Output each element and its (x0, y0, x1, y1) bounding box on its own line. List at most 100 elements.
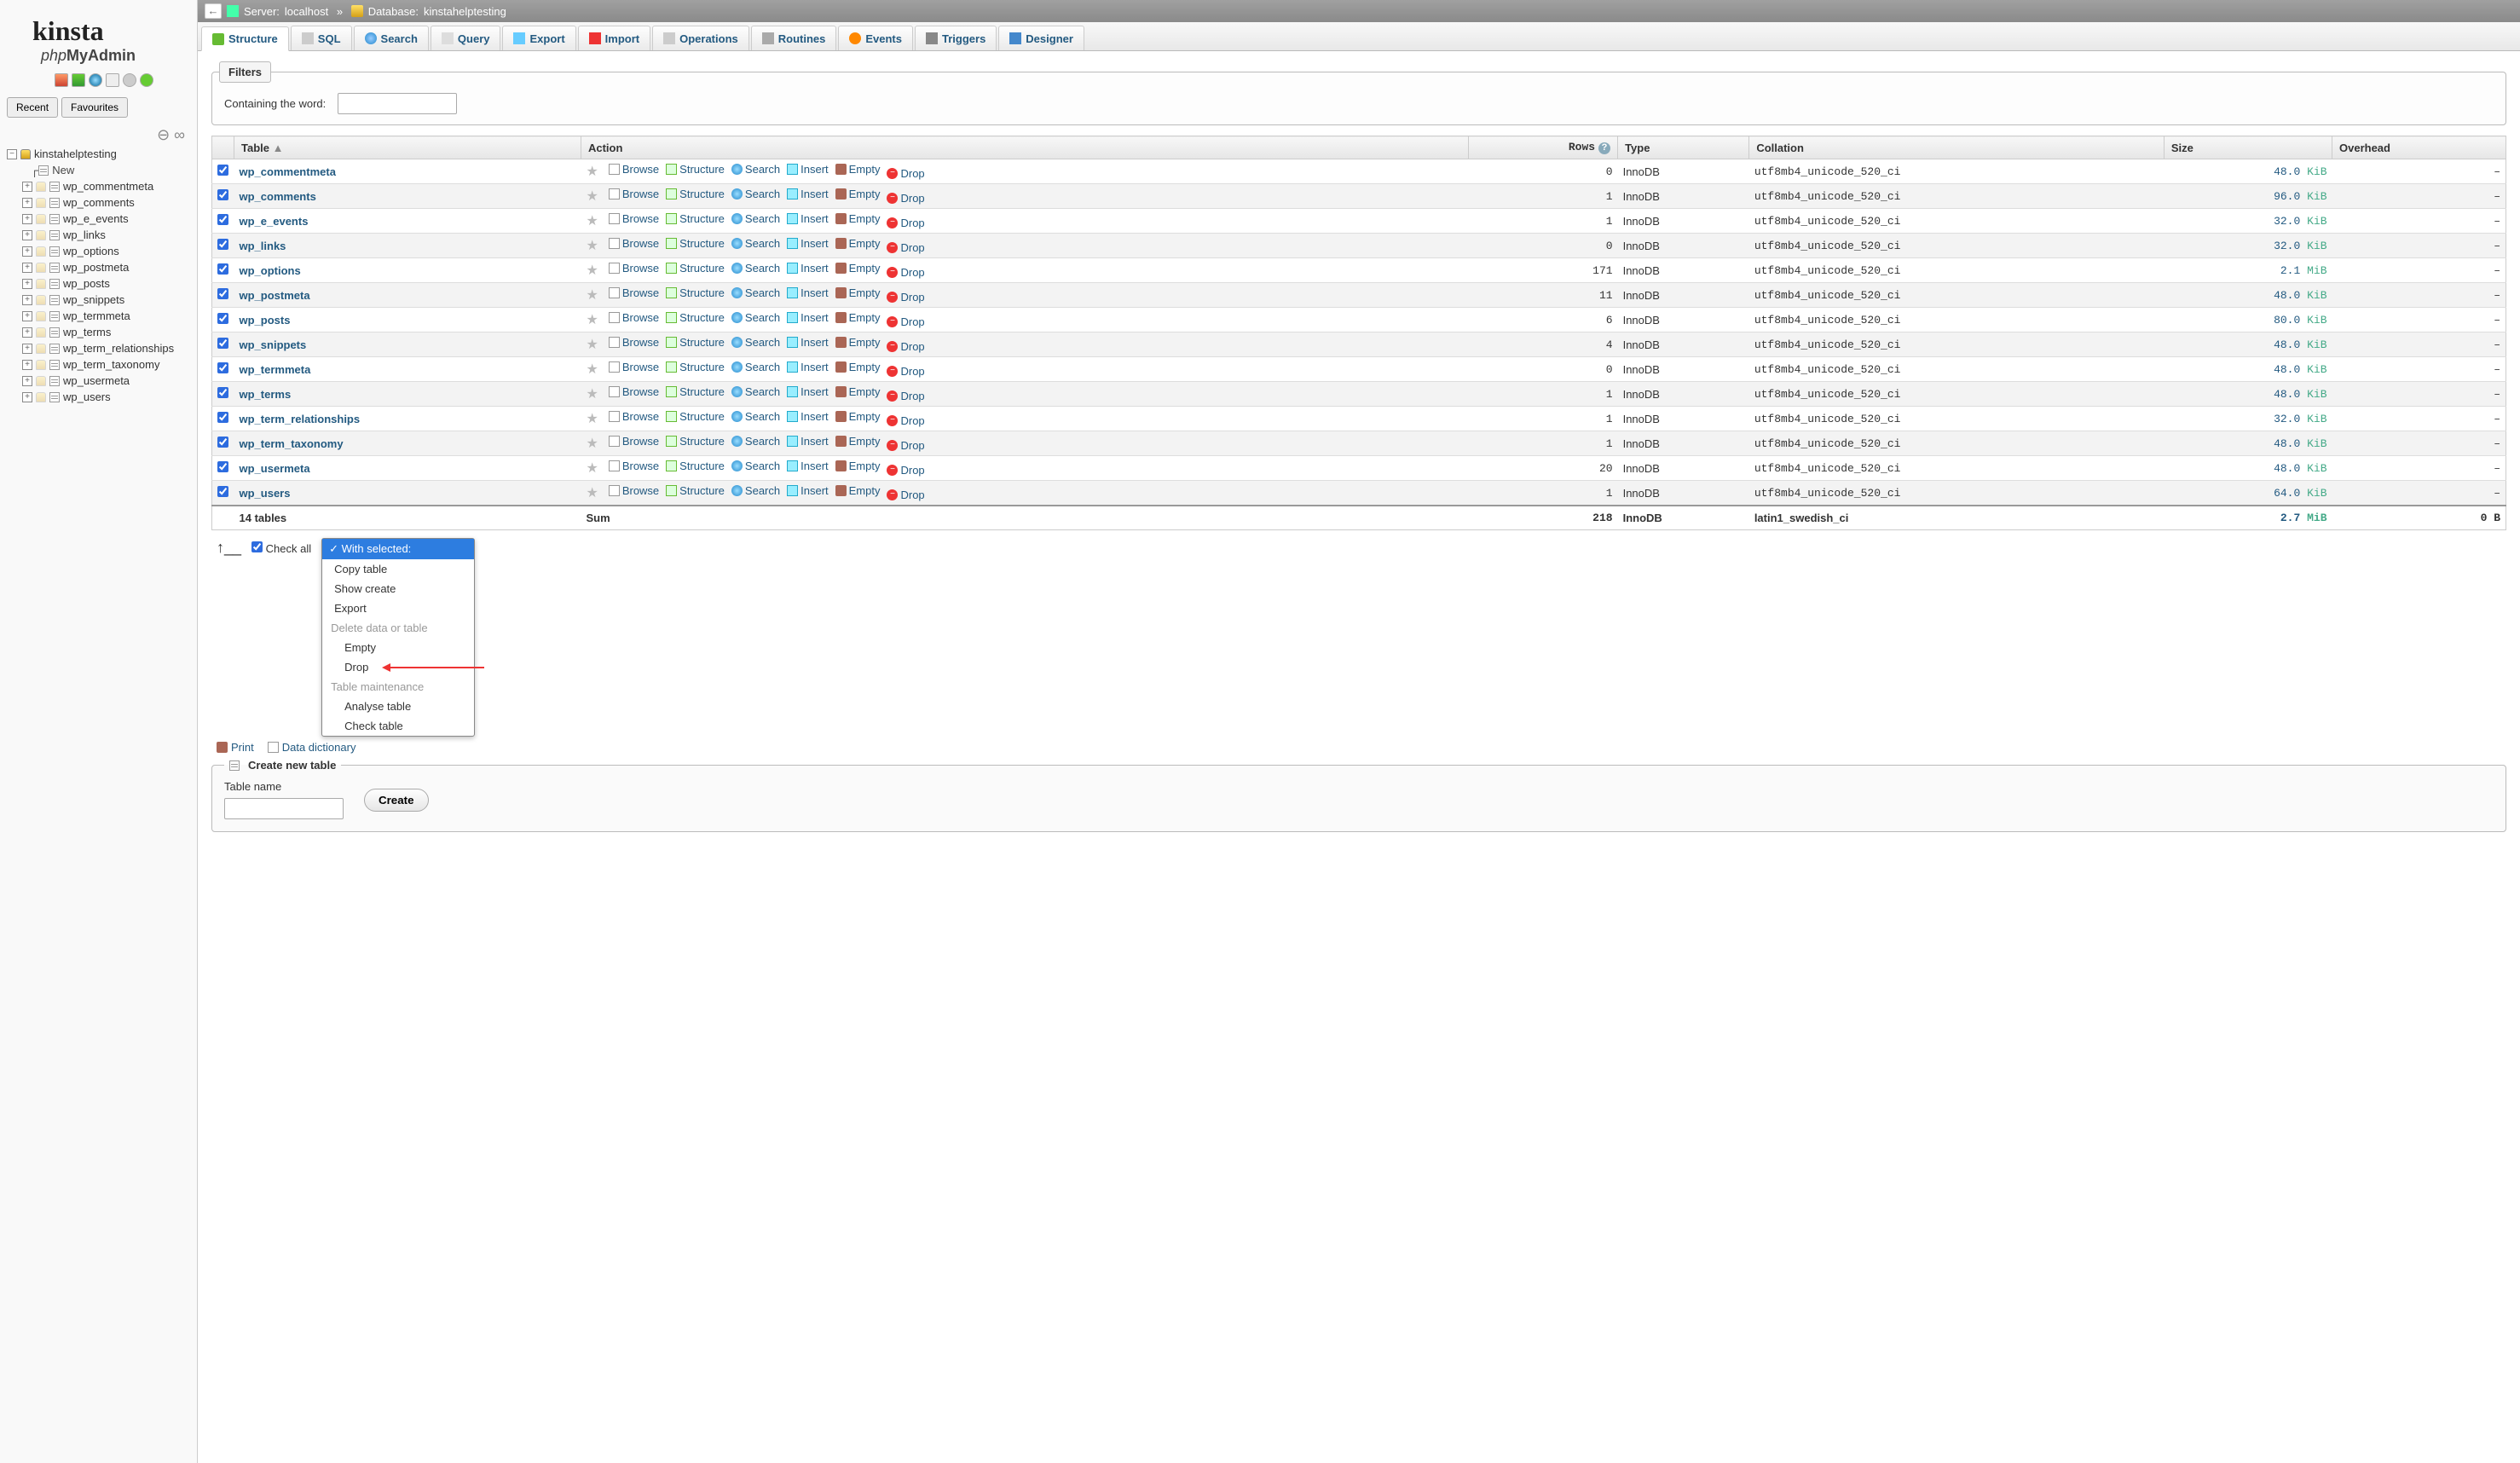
favourite-star-icon[interactable]: ★ (586, 461, 598, 476)
empty-action[interactable]: Empty (835, 484, 881, 497)
row-checkbox[interactable] (217, 437, 228, 448)
drop-action[interactable]: Drop (887, 241, 924, 254)
table-name-link[interactable]: wp_posts (240, 314, 291, 327)
structure-action[interactable]: Structure (666, 484, 725, 497)
table-name-link[interactable]: wp_termmeta (240, 363, 311, 376)
dd-export[interactable]: Export (322, 598, 474, 618)
tree-table-wp_posts[interactable]: +wp_posts (7, 275, 190, 292)
row-checkbox[interactable] (217, 165, 228, 176)
favourite-star-icon[interactable]: ★ (586, 412, 598, 426)
tree-table-wp_e_events[interactable]: +wp_e_events (7, 211, 190, 227)
refresh-icon[interactable] (140, 73, 153, 87)
insert-action[interactable]: Insert (787, 286, 829, 299)
dd-empty[interactable]: Empty (322, 638, 474, 657)
structure-action[interactable]: Structure (666, 163, 725, 176)
tab-designer[interactable]: Designer (998, 26, 1084, 50)
table-name-link[interactable]: wp_users (240, 487, 291, 500)
search-action[interactable]: Search (731, 361, 780, 373)
browse-action[interactable]: Browse (609, 188, 659, 200)
drop-action[interactable]: Drop (887, 414, 924, 427)
browse-action[interactable]: Browse (609, 237, 659, 250)
drop-action[interactable]: Drop (887, 390, 924, 402)
browse-action[interactable]: Browse (609, 311, 659, 324)
search-action[interactable]: Search (731, 212, 780, 225)
table-name-link[interactable]: wp_terms (240, 388, 292, 401)
dd-analyse[interactable]: Analyse table (322, 697, 474, 716)
col-collation[interactable]: Collation (1749, 136, 2165, 159)
search-action[interactable]: Search (731, 262, 780, 275)
row-checkbox[interactable] (217, 387, 228, 398)
tree-table-wp_terms[interactable]: +wp_terms (7, 324, 190, 340)
collapse-icons[interactable]: ⊖ ∞ (7, 124, 190, 146)
dd-drop[interactable]: Drop (322, 657, 474, 677)
row-checkbox[interactable] (217, 263, 228, 275)
tab-operations[interactable]: Operations (652, 26, 749, 50)
settings-icon[interactable] (123, 73, 136, 87)
browse-action[interactable]: Browse (609, 286, 659, 299)
search-action[interactable]: Search (731, 410, 780, 423)
help-icon[interactable]: ? (1598, 142, 1610, 154)
structure-action[interactable]: Structure (666, 188, 725, 200)
structure-action[interactable]: Structure (666, 435, 725, 448)
col-type[interactable]: Type (1618, 136, 1749, 159)
empty-action[interactable]: Empty (835, 311, 881, 324)
browse-action[interactable]: Browse (609, 212, 659, 225)
insert-action[interactable]: Insert (787, 385, 829, 398)
browse-action[interactable]: Browse (609, 484, 659, 497)
empty-action[interactable]: Empty (835, 237, 881, 250)
drop-action[interactable]: Drop (887, 365, 924, 378)
col-table[interactable]: Table ▲ (234, 136, 581, 159)
filter-input[interactable] (338, 93, 457, 114)
col-overhead[interactable]: Overhead (2332, 136, 2506, 159)
structure-action[interactable]: Structure (666, 311, 725, 324)
home-icon[interactable] (55, 73, 68, 87)
favourite-star-icon[interactable]: ★ (586, 263, 598, 278)
tree-table-wp_usermeta[interactable]: +wp_usermeta (7, 373, 190, 389)
drop-action[interactable]: Drop (887, 439, 924, 452)
insert-action[interactable]: Insert (787, 336, 829, 349)
favourite-star-icon[interactable]: ★ (586, 437, 598, 451)
create-button[interactable]: Create (364, 789, 429, 812)
table-name-link[interactable]: wp_term_taxonomy (240, 437, 344, 450)
search-action[interactable]: Search (731, 163, 780, 176)
browse-action[interactable]: Browse (609, 410, 659, 423)
favourite-star-icon[interactable]: ★ (586, 387, 598, 402)
structure-action[interactable]: Structure (666, 237, 725, 250)
table-name-link[interactable]: wp_links (240, 240, 286, 252)
drop-action[interactable]: Drop (887, 340, 924, 353)
tab-export[interactable]: Export (502, 26, 575, 50)
table-name-link[interactable]: wp_term_relationships (240, 413, 361, 425)
drop-action[interactable]: Drop (887, 489, 924, 501)
logout-icon[interactable] (72, 73, 85, 87)
insert-action[interactable]: Insert (787, 361, 829, 373)
favourites-tab[interactable]: Favourites (61, 97, 128, 118)
tree-table-wp_snippets[interactable]: +wp_snippets (7, 292, 190, 308)
empty-action[interactable]: Empty (835, 361, 881, 373)
dd-head[interactable]: ✓ With selected: (322, 539, 474, 559)
table-name-link[interactable]: wp_snippets (240, 338, 307, 351)
back-button[interactable]: ← (205, 3, 222, 19)
drop-action[interactable]: Drop (887, 315, 924, 328)
search-action[interactable]: Search (731, 311, 780, 324)
insert-action[interactable]: Insert (787, 460, 829, 472)
favourite-star-icon[interactable]: ★ (586, 313, 598, 327)
row-checkbox[interactable] (217, 239, 228, 250)
empty-action[interactable]: Empty (835, 262, 881, 275)
row-checkbox[interactable] (217, 189, 228, 200)
tree-table-wp_comments[interactable]: +wp_comments (7, 194, 190, 211)
structure-action[interactable]: Structure (666, 262, 725, 275)
db-link[interactable]: kinstahelptesting (424, 5, 506, 18)
tree-table-wp_term_taxonomy[interactable]: +wp_term_taxonomy (7, 356, 190, 373)
tree-new-node[interactable]: ┌ New (7, 162, 190, 178)
tab-query[interactable]: Query (431, 26, 501, 50)
empty-action[interactable]: Empty (835, 286, 881, 299)
row-checkbox[interactable] (217, 461, 228, 472)
tree-table-wp_postmeta[interactable]: +wp_postmeta (7, 259, 190, 275)
insert-action[interactable]: Insert (787, 262, 829, 275)
browse-action[interactable]: Browse (609, 336, 659, 349)
tab-sql[interactable]: SQL (291, 26, 352, 50)
tree-table-wp_options[interactable]: +wp_options (7, 243, 190, 259)
search-action[interactable]: Search (731, 237, 780, 250)
tree-table-wp_commentmeta[interactable]: +wp_commentmeta (7, 178, 190, 194)
empty-action[interactable]: Empty (835, 410, 881, 423)
